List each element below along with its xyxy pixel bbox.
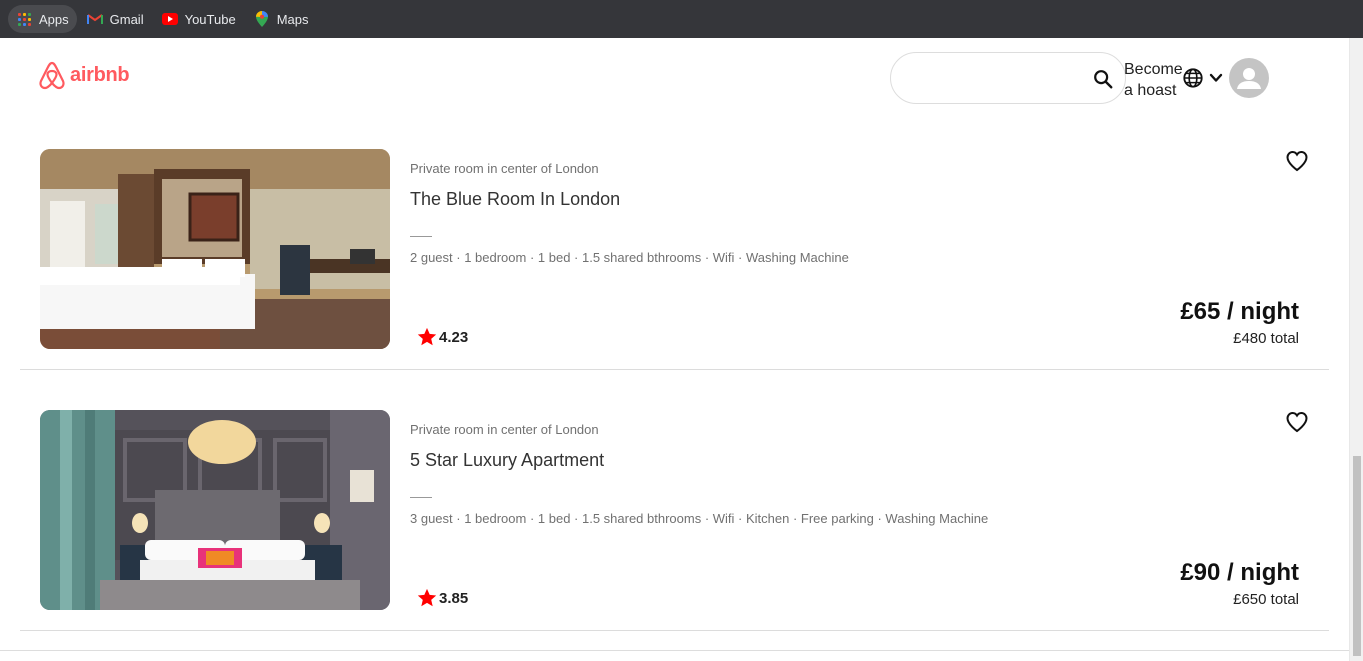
listing-photo[interactable]	[40, 410, 390, 610]
gmail-icon	[86, 11, 103, 27]
divider	[410, 497, 432, 498]
listing-price: £65 / night	[1180, 298, 1299, 325]
chevron-down-icon[interactable]	[1208, 71, 1224, 85]
heart-icon[interactable]	[1285, 149, 1309, 173]
listing-subtitle: Private room in center of London	[410, 161, 599, 176]
divider	[410, 236, 432, 237]
bookmark-apps[interactable]: Apps	[8, 5, 77, 33]
heart-icon[interactable]	[1285, 410, 1309, 434]
listing-subtitle: Private room in center of London	[410, 422, 599, 437]
rating: 4.23	[416, 326, 468, 348]
bookmark-gmail[interactable]: Gmail	[79, 5, 152, 33]
bookmark-youtube[interactable]: YouTube	[154, 5, 244, 33]
listing-price: £90 / night	[1180, 559, 1299, 586]
rating-value: 3.85	[439, 589, 469, 607]
globe-icon[interactable]	[1182, 67, 1204, 89]
rating: 3.85	[416, 587, 468, 609]
bookmark-label: Maps	[276, 11, 309, 27]
scrollbar[interactable]	[1349, 38, 1363, 661]
logo-text: airbnb	[70, 63, 130, 86]
listing-card[interactable]: Private room in center of London The Blu…	[20, 149, 1329, 370]
apps-grid-icon	[16, 11, 32, 27]
listing-title[interactable]: 5 Star Luxury Apartment	[410, 450, 604, 471]
avatar[interactable]	[1229, 58, 1269, 98]
listing-total: £650 total	[1233, 591, 1299, 608]
bookmark-label: YouTube	[184, 11, 236, 27]
listing-card[interactable]: Private room in center of London 5 Star …	[20, 410, 1329, 631]
youtube-icon	[161, 11, 178, 27]
listing-amenities: 2 guest · 1 bedroom · 1 bed · 1.5 shared…	[410, 250, 849, 265]
airbnb-logo[interactable]: airbnb	[38, 60, 130, 90]
listing-amenities: 3 guest · 1 bedroom · 1 bed · 1.5 shared…	[410, 511, 989, 526]
search-bar[interactable]	[890, 52, 1126, 104]
listing-photo[interactable]	[40, 149, 390, 349]
airbnb-logo-icon	[39, 61, 65, 90]
page-bottom-edge	[0, 650, 1349, 661]
search-icon[interactable]	[1092, 68, 1114, 90]
search-input[interactable]	[907, 67, 1087, 91]
scrollbar-thumb[interactable]	[1353, 456, 1361, 656]
bookmarks-bar: Apps Gmail YouTube Maps	[0, 0, 1363, 38]
bookmark-label: Apps	[39, 11, 69, 27]
star-icon	[417, 588, 437, 607]
maps-icon	[254, 11, 270, 27]
user-icon	[1237, 68, 1261, 89]
become-host-line1: Become	[1124, 61, 1183, 78]
become-host-line2: a hoast	[1124, 82, 1177, 99]
listing-total: £480 total	[1233, 330, 1299, 347]
bookmark-label: Gmail	[109, 11, 144, 27]
rating-value: 4.23	[439, 328, 469, 346]
become-host-link[interactable]: Become a hoast	[1124, 59, 1183, 101]
star-icon	[417, 327, 437, 346]
bookmark-maps[interactable]: Maps	[246, 5, 317, 33]
listing-title[interactable]: The Blue Room In London	[410, 189, 620, 210]
